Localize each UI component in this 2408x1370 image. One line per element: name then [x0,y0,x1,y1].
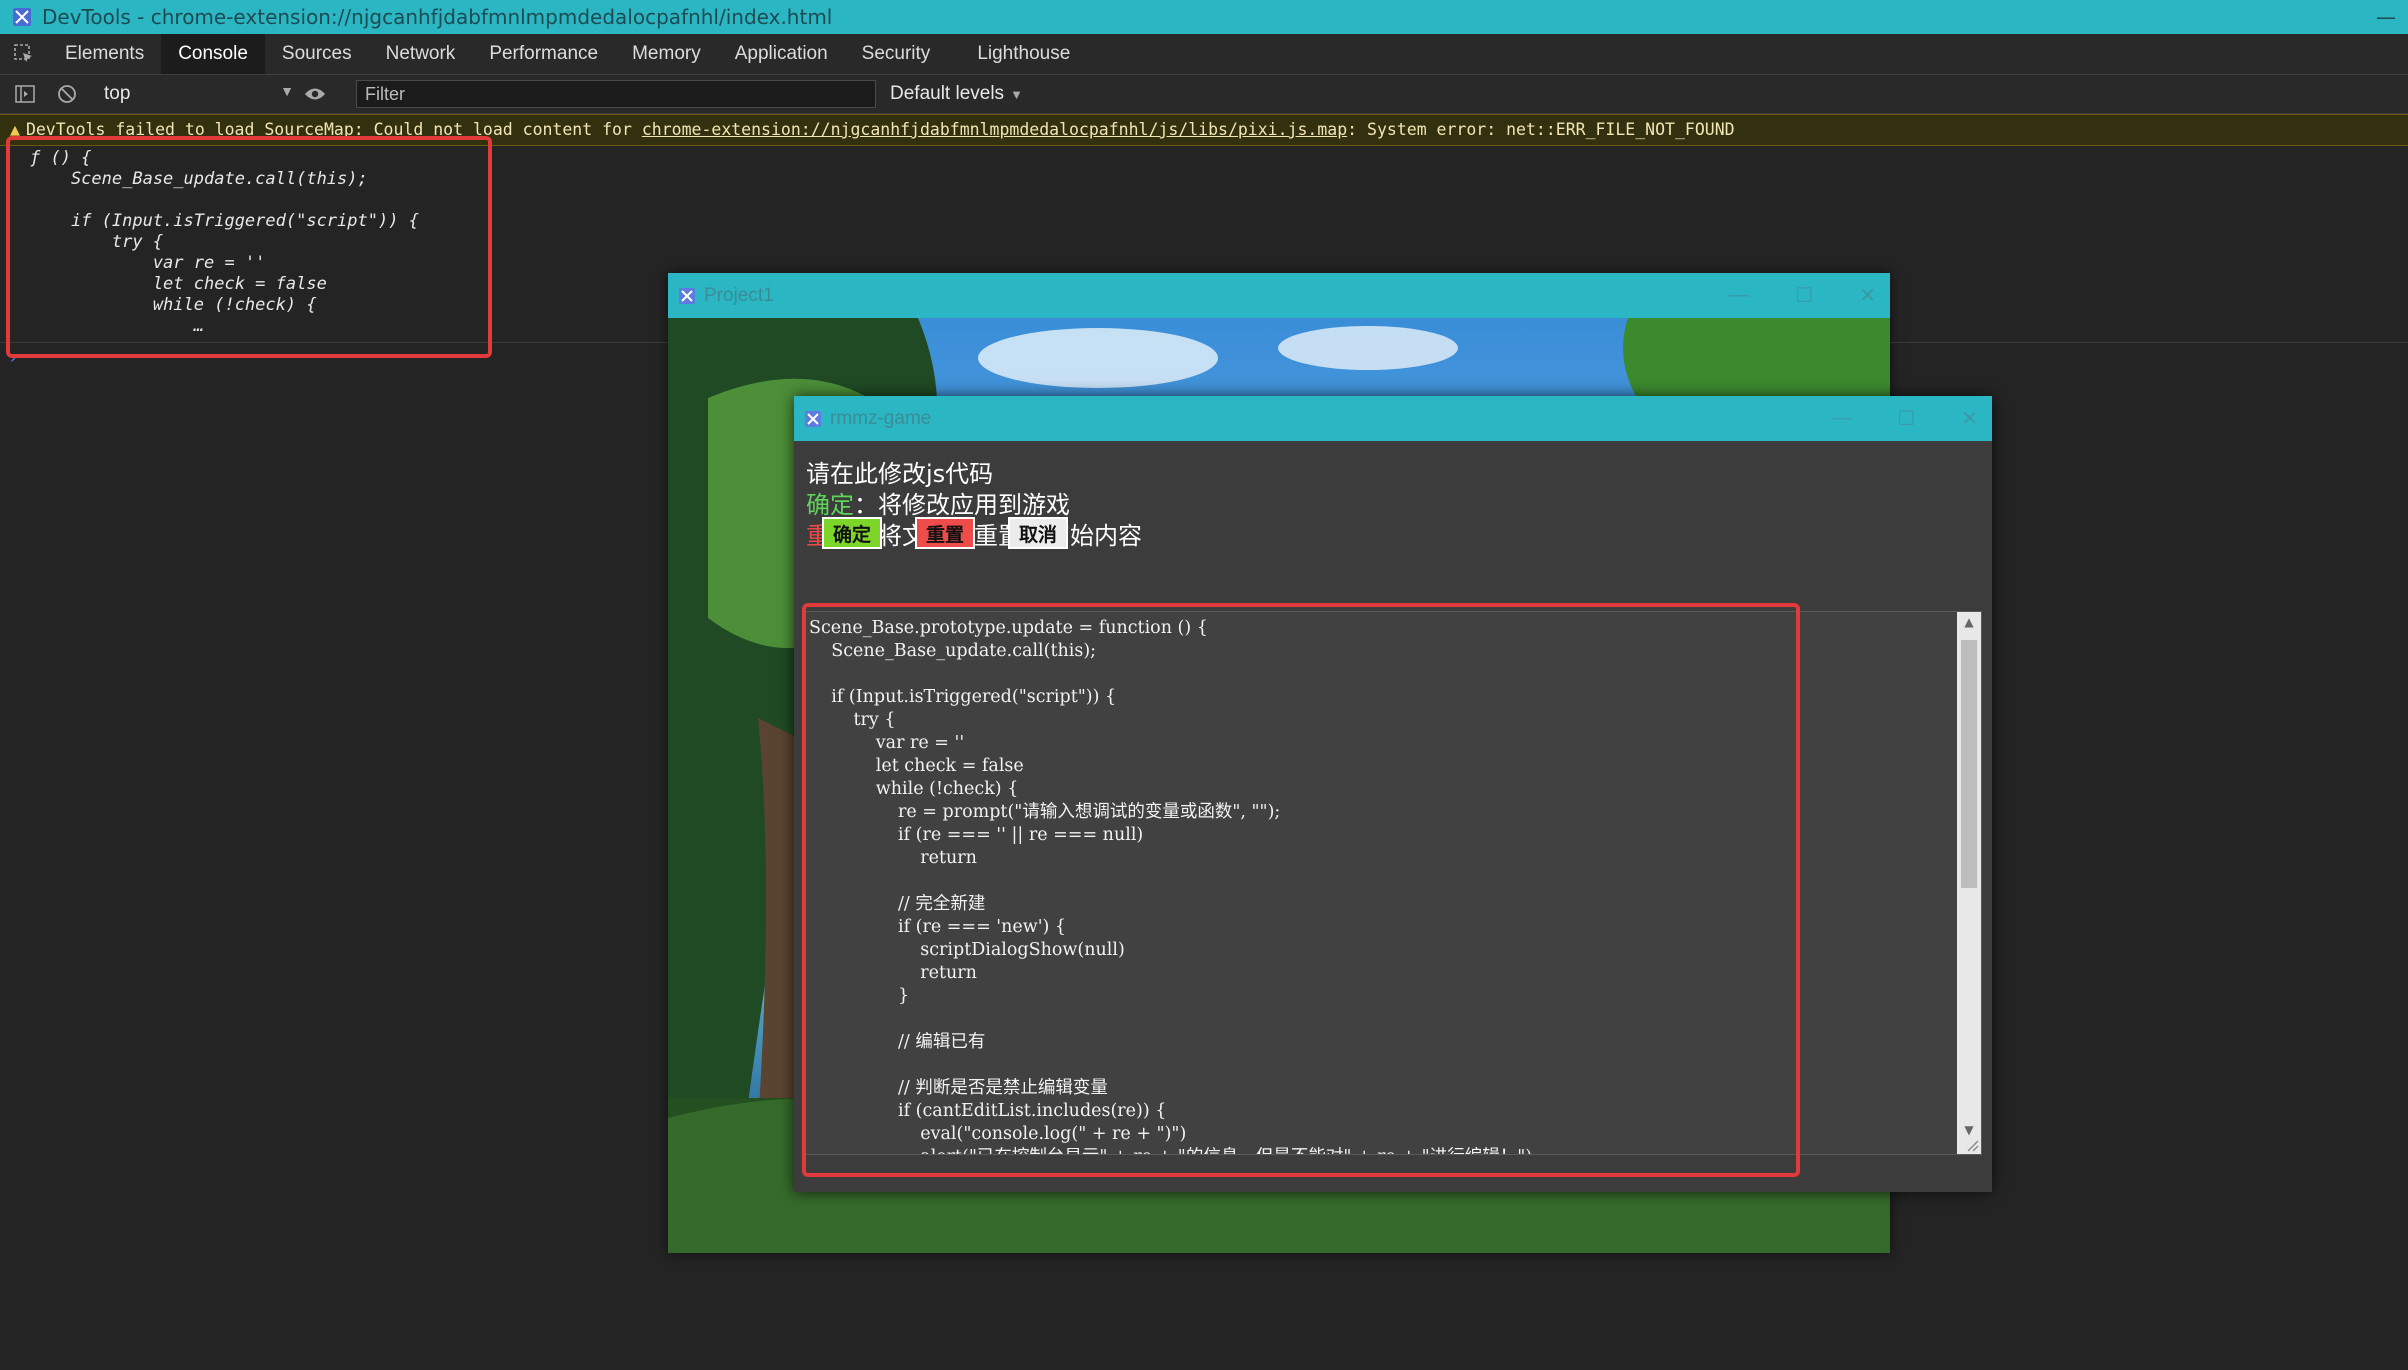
maximize-icon[interactable]: ☐ [1897,406,1915,431]
inspect-element-icon[interactable] [0,34,48,74]
resize-grip-icon[interactable] [1965,1138,1979,1152]
tab-lighthouse[interactable]: Lighthouse [947,34,1087,74]
close-icon[interactable]: ✕ [1961,406,1978,431]
sidebar-toggle-icon[interactable] [14,83,36,105]
nwjs-app-icon [679,287,695,304]
clear-console-icon[interactable] [56,83,78,105]
highlight-box-code [802,603,1800,1177]
dialog-title: rmmz-game [830,407,932,429]
reset-desc: ：将文本框重置为初始内容 [854,522,1142,550]
minimize-icon[interactable]: — [1729,284,1749,307]
confirm-label: 确定 [806,491,854,519]
scrollbar-thumb[interactable] [1961,640,1977,888]
warning-link[interactable]: chrome-extension://njgcanhfjdabfmnlmpmde… [642,120,1347,139]
chevron-down-icon: ▼ [1010,87,1023,102]
context-value: top [104,83,131,104]
close-icon[interactable]: ✕ [1859,283,1876,308]
devtools-title: DevTools - chrome-extension://njgcanhfjd… [42,5,833,29]
cancel-button[interactable]: 取消 [1008,517,1068,549]
devtools-app-icon [13,8,31,26]
tab-memory[interactable]: Memory [615,34,718,74]
tab-elements[interactable]: Elements [48,34,161,74]
context-selector[interactable]: top ▼ [104,83,304,105]
reset-button[interactable]: 重置 [915,517,975,549]
tab-network[interactable]: Network [369,34,473,74]
highlight-box-console [6,136,492,358]
tab-performance[interactable]: Performance [472,34,615,74]
maximize-icon[interactable]: ☐ [1795,283,1813,308]
scroll-down-icon[interactable]: ▼ [1957,1120,1981,1140]
project1-title: Project1 [704,284,774,306]
warning-suffix: : System error: net::ERR_FILE_NOT_FOUND [1347,120,1735,139]
chevron-down-icon: ▼ [280,83,294,99]
confirm-instruction: 确定：将修改应用到游戏 [806,485,1070,520]
tab-sources[interactable]: Sources [265,34,369,74]
project1-titlebar: Project1 — ☐ ✕ [668,273,1890,318]
log-levels-dropdown[interactable]: Default levels ▼ [890,83,1023,105]
live-expression-eye-icon[interactable] [304,83,326,105]
confirm-desc: ：将修改应用到游戏 [854,491,1070,519]
tab-security[interactable]: Security [845,34,948,74]
code-scrollbar[interactable]: ▲ ▼ [1957,612,1981,1154]
nwjs-app-icon [805,410,821,427]
log-levels-label: Default levels [890,83,1005,104]
minimize-icon[interactable]: — [2376,0,2396,34]
tab-application[interactable]: Application [718,34,845,74]
confirm-button[interactable]: 确定 [822,517,882,549]
scroll-up-icon[interactable]: ▲ [1957,612,1981,632]
devtools-tabbar: Elements Console Sources Network Perform… [0,34,2408,75]
dialog-titlebar: rmmz-game — ☐ ✕ [794,396,1992,441]
console-toolbar: top ▼ Filter Default levels ▼ [0,75,2408,114]
devtools-titlebar: DevTools - chrome-extension://njgcanhfjd… [0,0,2408,34]
tab-console[interactable]: Console [161,34,265,74]
minimize-icon[interactable]: — [1831,407,1851,430]
filter-input[interactable]: Filter [356,80,876,108]
dialog-heading: 请在此修改js代码 [806,460,994,488]
